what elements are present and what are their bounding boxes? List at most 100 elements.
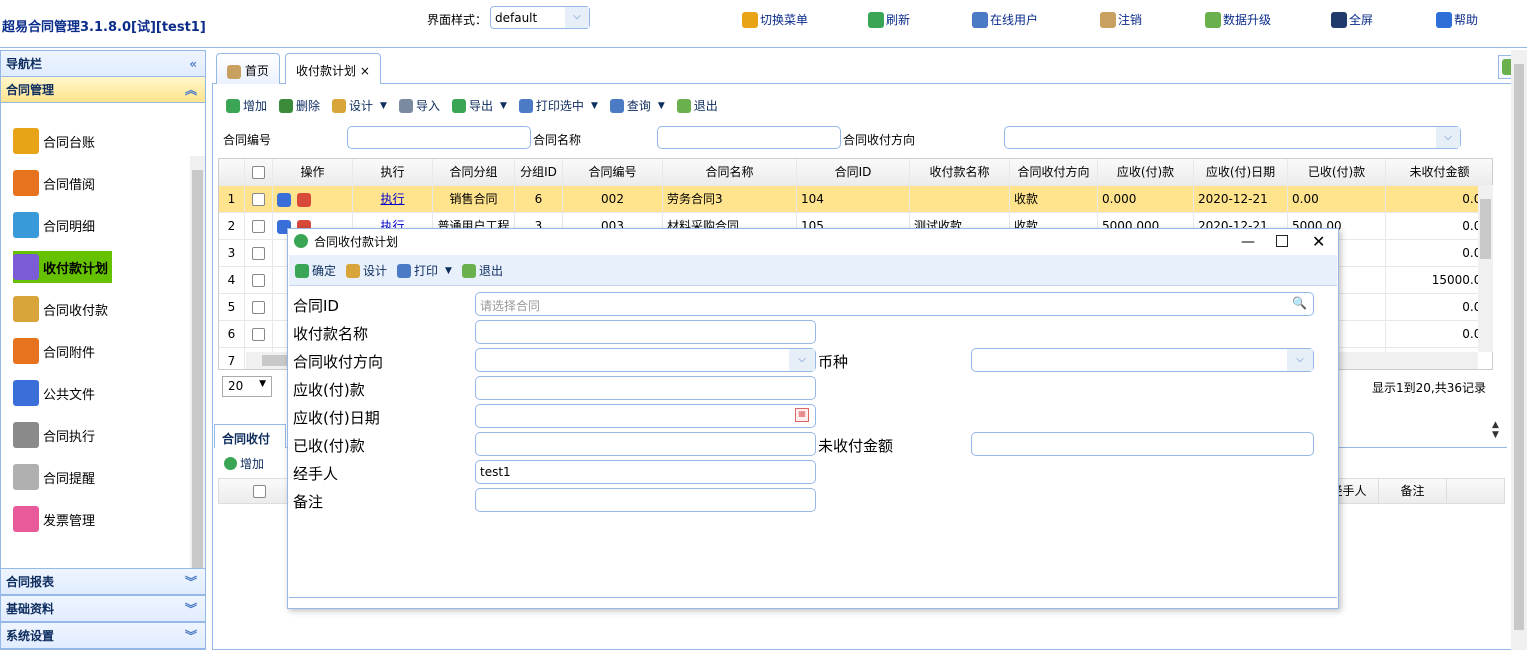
tab-contract-payment[interactable]: 合同收付 [214, 424, 286, 448]
nav-item-contract-payment[interactable]: 合同收付款 [13, 293, 108, 325]
grid-header-cell[interactable]: 合同收付方向 [1010, 159, 1098, 186]
execute-link[interactable]: 执行 [353, 186, 433, 213]
style-select[interactable]: default ⌵ [490, 6, 590, 29]
payment-name-input[interactable] [475, 320, 816, 344]
grid-header-cell[interactable] [219, 159, 245, 186]
row-checkbox[interactable] [252, 193, 265, 206]
page-v-scroll-thumb[interactable] [1514, 64, 1524, 630]
top-switch-menu-button[interactable]: 切换菜单 [742, 11, 808, 28]
nav-item-contract-borrow[interactable]: 合同借阅 [13, 167, 95, 199]
due-input[interactable] [475, 376, 816, 400]
nav-item-invoice[interactable]: 发票管理 [13, 503, 95, 535]
tab-home[interactable]: 首页 [216, 53, 280, 84]
dialog-design-button[interactable]: 设计 [346, 262, 387, 279]
due-date-input[interactable]: ▦ [475, 404, 816, 428]
minimize-icon[interactable]: — [1241, 229, 1255, 255]
row-checkbox[interactable] [252, 274, 265, 287]
nav-scroll-thumb[interactable] [192, 170, 203, 602]
nav-item-public-files[interactable]: 公共文件 [13, 377, 95, 409]
import-button[interactable]: 导入 [398, 97, 440, 114]
grid-header-cell[interactable]: 未收付金额 [1386, 159, 1492, 186]
currency-select[interactable]: ⌵ [971, 348, 1314, 372]
dialog-print-button[interactable]: 打印 ▼ [397, 262, 452, 279]
grid-header-cell[interactable]: 应收(付)日期 [1194, 159, 1288, 186]
calendar-icon[interactable]: ▦ [795, 408, 809, 422]
nav-group-2[interactable]: 系统设置 ︾ [1, 622, 205, 649]
grid-v-scroll-thumb[interactable] [1480, 199, 1491, 259]
grid-cell: 0.00 [1386, 294, 1492, 321]
label-contract-id: 合同ID [293, 297, 339, 315]
grid-header-cell[interactable] [245, 159, 273, 186]
grid-header-cell[interactable]: 收付款名称 [910, 159, 1010, 186]
nav-group-label: 合同管理 [6, 83, 55, 97]
bottom-add-button[interactable]: 增加 [224, 455, 264, 472]
grid-header-cell[interactable]: 合同ID [797, 159, 910, 186]
page-v-scrollbar[interactable] [1511, 50, 1527, 650]
query-button[interactable]: 查询 ▼ [609, 97, 665, 114]
grid-header-cell[interactable]: 合同分组 [433, 159, 515, 186]
maximize-icon[interactable] [1276, 235, 1288, 247]
exit-button[interactable]: 退出 [676, 97, 718, 114]
delete-button[interactable]: 删除 [279, 97, 320, 114]
nav-group-1[interactable]: 基础资料 ︾ [1, 595, 205, 622]
unpaid-input[interactable] [971, 432, 1314, 456]
search-icon[interactable]: 🔍 [1292, 296, 1307, 310]
dialog-confirm-button[interactable]: 确定 [295, 262, 336, 279]
dialog-exit-button[interactable]: 退出 [461, 262, 503, 279]
grid-header-cell[interactable]: 操作 [273, 159, 353, 186]
top-logout-button[interactable]: 注销 [1100, 11, 1142, 28]
remark-input[interactable] [475, 488, 816, 512]
tab-payment-plan[interactable]: 收付款计划 × [285, 53, 381, 84]
top-online-users-button[interactable]: 在线用户 [972, 11, 1038, 28]
nav-item-contract-ledger[interactable]: 合同台账 [13, 125, 95, 157]
close-tab-icon[interactable]: × [360, 64, 370, 78]
top-data-upgrade-button[interactable]: 数据升级 [1205, 11, 1271, 28]
handler-input[interactable]: test1 [475, 460, 816, 484]
nav-group-contract-management[interactable]: 合同管理 ︽ [1, 77, 205, 103]
row-checkbox[interactable] [252, 328, 265, 341]
nav-item-payment-plan[interactable]: 收付款计划 [13, 251, 113, 283]
filter-contract-name-input[interactable] [657, 126, 841, 149]
scroll-arrows-icon[interactable]: ▲ ▼ [1492, 420, 1499, 440]
row-checkbox[interactable] [252, 301, 265, 314]
collapse-nav-icon[interactable]: « [189, 51, 197, 77]
nav-item-contract-reminder[interactable]: 合同提醒 [13, 461, 95, 493]
nav-item-contract-attachment[interactable]: 合同附件 [13, 335, 95, 367]
row-checkbox[interactable] [252, 220, 265, 233]
nav-group-0[interactable]: 合同报表 ︾ [1, 568, 205, 595]
select-all-checkbox[interactable] [252, 166, 265, 179]
filter-contract-no-input[interactable] [347, 126, 531, 149]
dropdown-arrow-icon: ▼ [590, 100, 598, 111]
nav-item-contract-detail[interactable]: 合同明细 [13, 209, 95, 241]
row-checkbox[interactable] [252, 247, 265, 260]
grid-header-cell[interactable]: 应收(付)款 [1098, 159, 1194, 186]
nav-item-contract-execute[interactable]: 合同执行 [13, 419, 95, 451]
grid-header-cell[interactable]: 执行 [353, 159, 433, 186]
close-icon[interactable]: ✕ [1312, 229, 1325, 255]
select-all-checkbox[interactable] [253, 485, 266, 498]
contract-id-input[interactable]: 请选择合同 🔍 [475, 292, 1314, 316]
nav-scrollbar[interactable] [190, 156, 205, 618]
chevron-down-icon: ⌵ [1287, 349, 1313, 371]
page-size-select[interactable]: 20 ▼ [222, 376, 272, 397]
direction-select[interactable]: ⌵ [475, 348, 816, 372]
edit-icon[interactable] [277, 192, 291, 207]
grid-v-scrollbar[interactable] [1478, 185, 1493, 352]
paid-input[interactable] [475, 432, 816, 456]
top-fullscreen-button[interactable]: 全屏 [1331, 11, 1373, 28]
add-button[interactable]: 增加 [226, 97, 267, 114]
export-button[interactable]: 导出 ▼ [451, 97, 507, 114]
grid-header-cell[interactable]: 分组ID [515, 159, 563, 186]
delete-icon[interactable] [297, 192, 311, 207]
design-button[interactable]: 设计 ▼ [332, 97, 387, 114]
table-row[interactable]: 1 执行 销售合同 6 002 劳务合同3 104 收款 0.000 2020-12-21 0.00… [219, 186, 1492, 213]
grid-header-cell[interactable]: 已收(付)款 [1288, 159, 1386, 186]
app-logo-icon [294, 234, 308, 248]
filter-direction-select[interactable]: ⌵ [1004, 126, 1461, 149]
top-help-button[interactable]: 帮助 [1436, 11, 1478, 28]
print-button[interactable]: 打印选中 ▼ [518, 97, 598, 114]
grid-header-cell[interactable]: 合同编号 [563, 159, 663, 186]
top-refresh-button[interactable]: 刷新 [868, 11, 910, 28]
query-icon [609, 98, 624, 113]
grid-header-cell[interactable]: 合同名称 [663, 159, 797, 186]
